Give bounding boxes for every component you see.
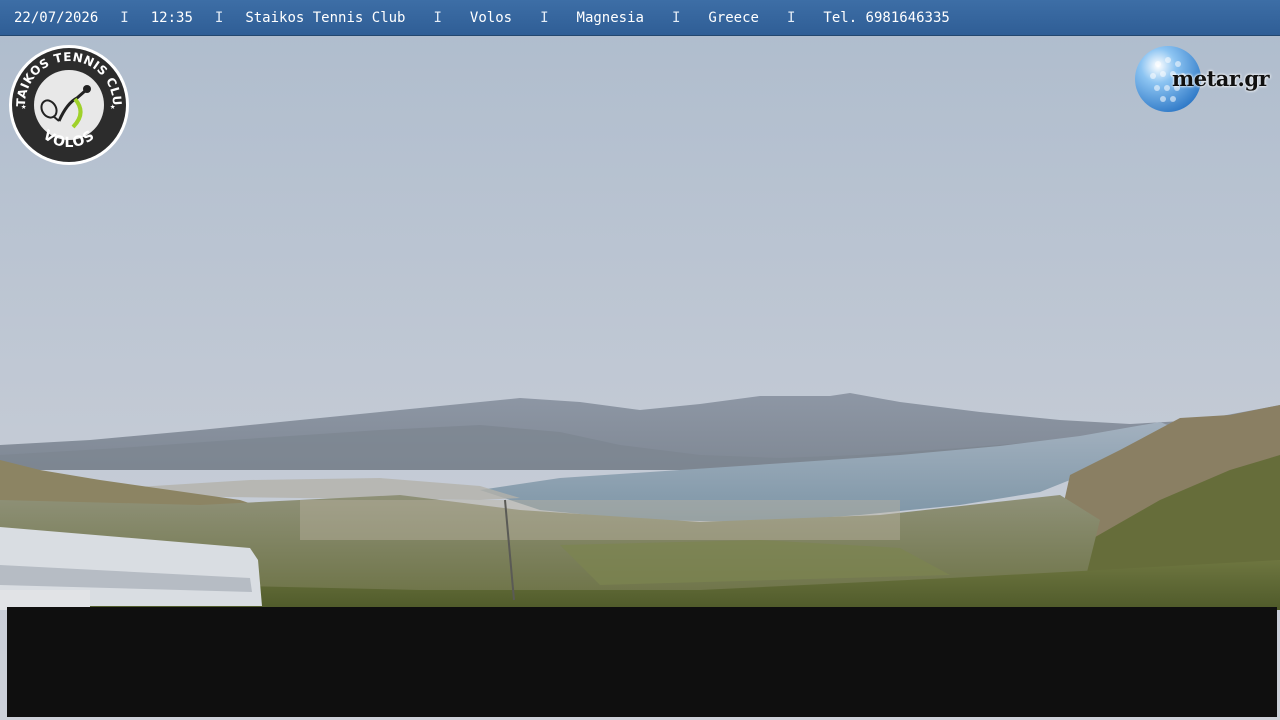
- region-text: Magnesia: [576, 9, 644, 26]
- phone-text: Tel. 6981646335: [823, 9, 950, 26]
- star-icon: ★: [21, 102, 27, 112]
- metar-gr-text: metar.gr: [1172, 66, 1270, 91]
- country-text: Greece: [708, 9, 759, 26]
- separator: I: [786, 9, 796, 26]
- separator: I: [120, 9, 129, 26]
- webcam-info-bar: 22/07/2026 I 12:35 I Staikos Tennis Club…: [0, 0, 1280, 36]
- separator: I: [540, 9, 549, 26]
- black-overlay-panel: [7, 607, 1277, 717]
- separator: I: [214, 9, 224, 26]
- staikos-tennis-club-logo: STAIKOS TENNIS CLUB VOLOS ★ ★: [7, 43, 129, 165]
- town-buildings: [300, 500, 900, 540]
- date-text: 22/07/2026: [14, 9, 99, 26]
- time-text: 12:35: [150, 9, 193, 26]
- club-name-text: Staikos Tennis Club: [245, 9, 406, 26]
- star-icon: ★: [110, 102, 116, 112]
- city-text: Volos: [469, 9, 513, 26]
- separator: I: [433, 9, 442, 26]
- separator: I: [671, 9, 681, 26]
